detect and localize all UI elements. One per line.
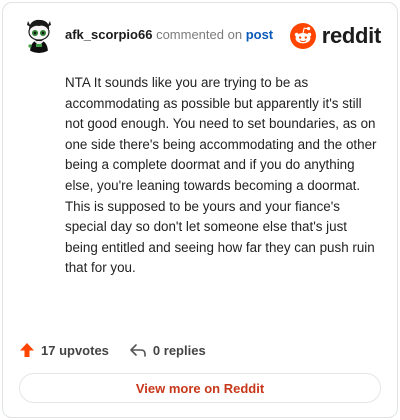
- user-avatar[interactable]: [21, 17, 57, 53]
- upvote-arrow-icon: [20, 343, 34, 357]
- comment-embed-card: afk_scorpio66 commented on post reddit N…: [2, 2, 398, 418]
- post-link[interactable]: post: [246, 27, 273, 42]
- comment-header: afk_scorpio66 commented on post reddit: [21, 17, 381, 55]
- comment-meta: afk_scorpio66 commented on post: [65, 27, 273, 42]
- comment-footer: 17 upvotes 0 replies: [19, 339, 206, 361]
- upvotes-stat[interactable]: 17 upvotes: [19, 342, 109, 358]
- reddit-logo[interactable]: reddit: [289, 21, 382, 51]
- reply-arrow-icon: [130, 344, 146, 357]
- reddit-snoo-icon: [289, 23, 316, 49]
- reddit-wordmark: reddit: [321, 23, 382, 48]
- commented-on-label: commented on: [156, 27, 243, 42]
- username-link[interactable]: afk_scorpio66: [65, 27, 152, 42]
- snoo-avatar-icon: [21, 17, 57, 53]
- view-more-button[interactable]: View more on Reddit: [19, 373, 381, 403]
- upvotes-count: 17 upvotes: [41, 342, 109, 358]
- comment-body: NTA It sounds like you are trying to be …: [65, 75, 377, 276]
- replies-count: 0 replies: [152, 342, 206, 358]
- replies-stat[interactable]: 0 replies: [129, 342, 206, 358]
